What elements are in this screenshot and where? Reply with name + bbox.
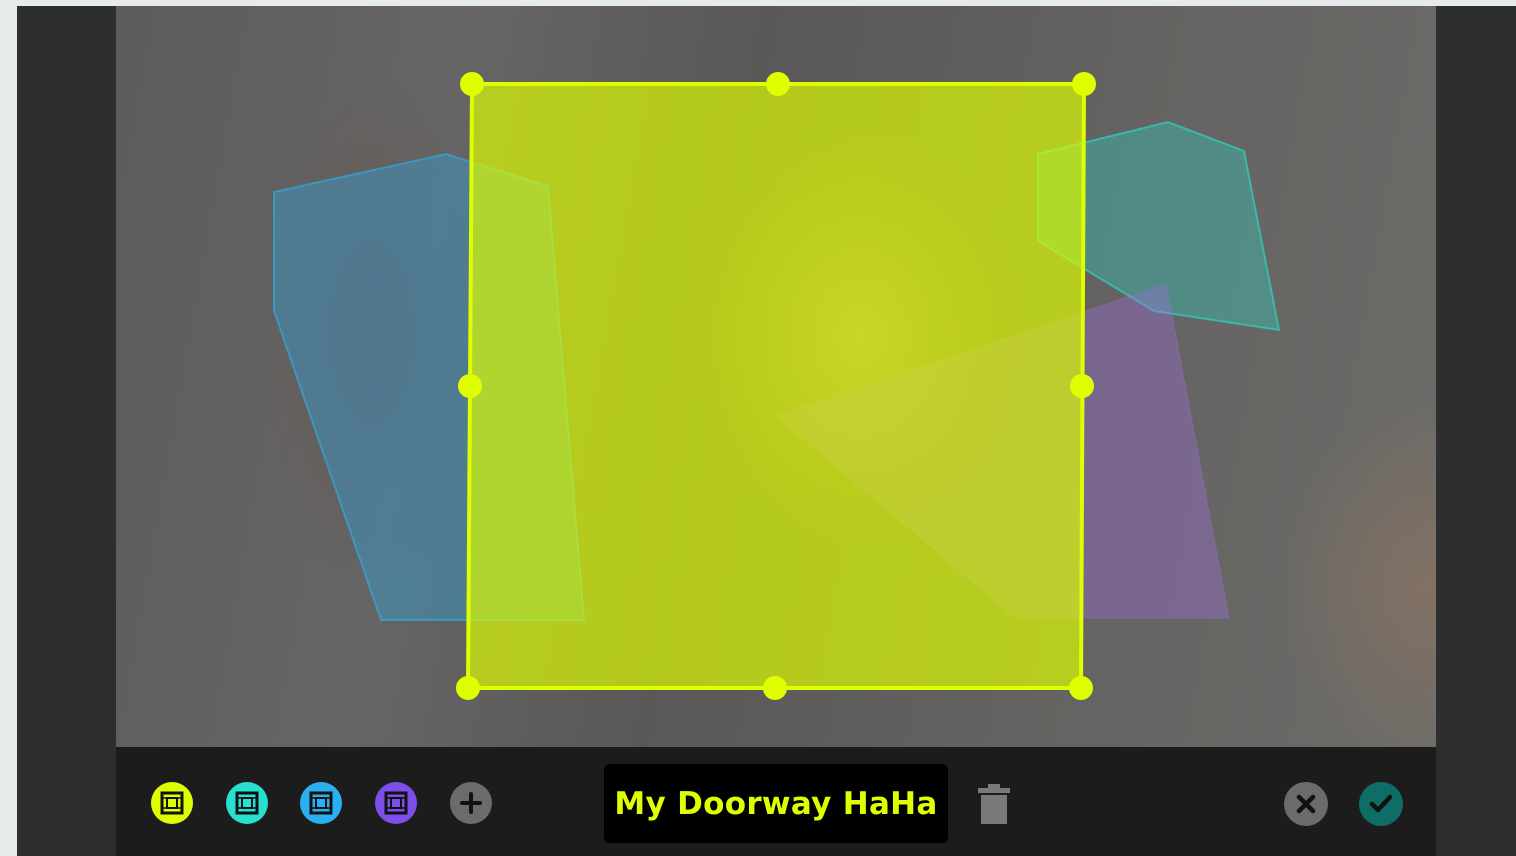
- zone-select-icon: [309, 791, 333, 815]
- handle-bottom-middle[interactable]: [763, 676, 787, 700]
- handle-top-right[interactable]: [1072, 72, 1096, 96]
- blue-zone-button[interactable]: [300, 782, 342, 824]
- add-zone-button[interactable]: [450, 782, 492, 824]
- zone-select-icon: [235, 791, 259, 815]
- delete-zone-button[interactable]: [976, 783, 1012, 825]
- cyan-zone-button[interactable]: [226, 782, 268, 824]
- handle-middle-left[interactable]: [458, 374, 482, 398]
- trash-icon: [978, 784, 1010, 824]
- zone-name-text: My Doorway HaHa: [614, 785, 938, 822]
- handle-bottom-left[interactable]: [456, 676, 480, 700]
- camera-preview: [116, 6, 1436, 747]
- zone-select-icon: [160, 791, 184, 815]
- yellow-zone-button[interactable]: [151, 782, 193, 824]
- close-icon: [1296, 794, 1316, 814]
- purple-zone-button[interactable]: [375, 782, 417, 824]
- zone-name-field[interactable]: My Doorway HaHa: [604, 764, 948, 843]
- check-icon: [1369, 794, 1393, 813]
- confirm-button[interactable]: [1359, 782, 1403, 826]
- handle-top-middle[interactable]: [766, 72, 790, 96]
- handle-middle-right[interactable]: [1070, 374, 1094, 398]
- handle-bottom-right[interactable]: [1069, 676, 1093, 700]
- zone-overlays: [273, 72, 1281, 700]
- handle-top-left[interactable]: [460, 72, 484, 96]
- plus-icon: [460, 792, 482, 814]
- cancel-button[interactable]: [1284, 782, 1328, 826]
- zone-polygon-yellow-active[interactable]: [465, 82, 1087, 690]
- zone-select-icon: [384, 791, 408, 815]
